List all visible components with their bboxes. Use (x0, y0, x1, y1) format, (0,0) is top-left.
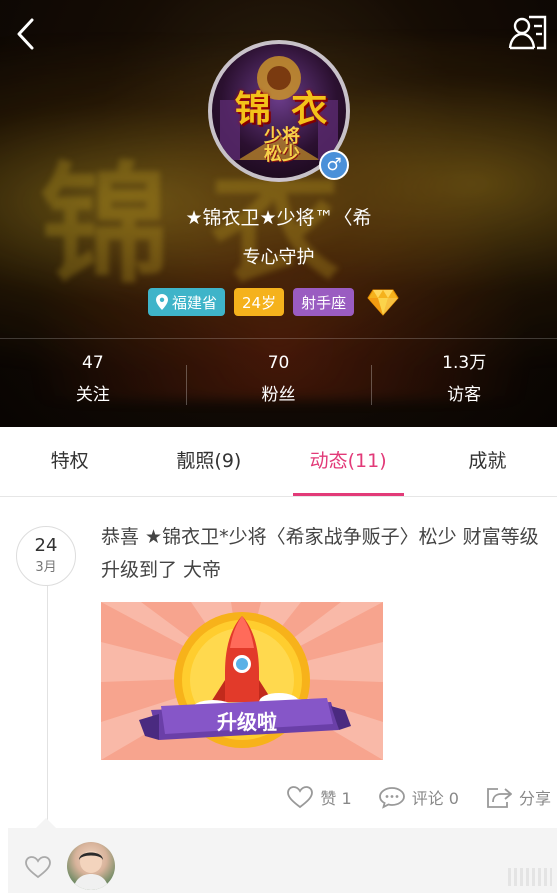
profile-header: 锦衣 锦 衣 少将 松少 ♂ ★锦衣卫★少将™〈希 专心守护 福建省 24岁 射… (0, 0, 557, 427)
stat-following-label: 关注 (75, 385, 110, 405)
stat-fans[interactable]: 70 粉丝 (185, 339, 372, 427)
heart-icon (287, 786, 314, 809)
stat-fans-label: 粉丝 (261, 385, 296, 405)
profile-card-button[interactable] (507, 12, 549, 54)
age-label: 24岁 (242, 293, 277, 312)
likers-heart-icon (24, 855, 52, 883)
like-count: 赞 1 (320, 789, 352, 808)
upgrade-banner-label: 升级啦 (217, 710, 277, 734)
tab-achievements[interactable]: 成就 (418, 427, 557, 496)
profile-tags: 福建省 24岁 射手座 (148, 288, 399, 316)
share-button[interactable]: 分享 (485, 785, 551, 809)
likers-notch (36, 818, 56, 828)
tab-privileges[interactable]: 特权 (0, 427, 139, 496)
zodiac-label: 射手座 (301, 293, 347, 312)
stats-bar: 47 关注 70 粉丝 1.3万 访客 (0, 338, 557, 427)
comment-button[interactable]: 评论 0 (378, 785, 459, 809)
zodiac-tag: 射手座 (293, 288, 355, 316)
stat-visitors-label: 访客 (447, 385, 482, 405)
avatar-subtitle-text: 少将 松少 (264, 126, 300, 165)
share-label: 分享 (518, 789, 551, 808)
timeline-line (47, 585, 48, 820)
stat-following-count: 47 (82, 353, 104, 373)
stat-visitors-count: 1.3万 (442, 353, 487, 373)
post-actions: 赞 1 评论 0 分享 (286, 785, 551, 809)
gender-male-icon: ♂ (319, 150, 349, 180)
share-icon (487, 788, 512, 808)
location-label: 福建省 (172, 293, 218, 312)
tab-feed[interactable]: 动态(11) (279, 427, 418, 496)
post-image[interactable]: 升级啦 (101, 602, 383, 760)
tab-photos[interactable]: 靓照(9) (139, 427, 278, 496)
post-text: 恭喜 ★锦衣卫*少将〈希家战争贩子〉松少 财富等级升级到了 大帝 (101, 526, 539, 581)
diamond-icon[interactable] (367, 288, 399, 316)
profile-card-icon (508, 15, 547, 50)
watermark (508, 868, 552, 886)
pin-icon (156, 294, 168, 310)
stat-following[interactable]: 47 关注 (0, 339, 186, 427)
profile-tabs: 特权 靓照(9) 动态(11) 成就 (0, 427, 557, 497)
avatar-title-text: 锦 衣 (234, 88, 332, 130)
post-date-day: 24 (34, 535, 58, 556)
rocket-upgrade-illustration (101, 602, 383, 760)
stat-visitors[interactable]: 1.3万 访客 (371, 339, 557, 427)
liker-avatar[interactable] (67, 842, 115, 890)
signature: 专心守护 (242, 247, 315, 268)
age-tag: 24岁 (234, 288, 285, 316)
post-date-month: 3月 (35, 560, 57, 575)
back-button[interactable] (10, 14, 46, 54)
post-date: 24 3月 (16, 526, 76, 586)
like-button[interactable]: 赞 1 (286, 785, 352, 809)
back-arrow-icon (17, 18, 34, 50)
location-tag: 福建省 (148, 288, 226, 316)
comment-icon (378, 787, 405, 809)
comment-count: 评论 0 (411, 789, 459, 808)
stat-fans-count: 70 (267, 353, 290, 373)
nickname: ★锦衣卫★少将™〈希 (185, 207, 372, 229)
